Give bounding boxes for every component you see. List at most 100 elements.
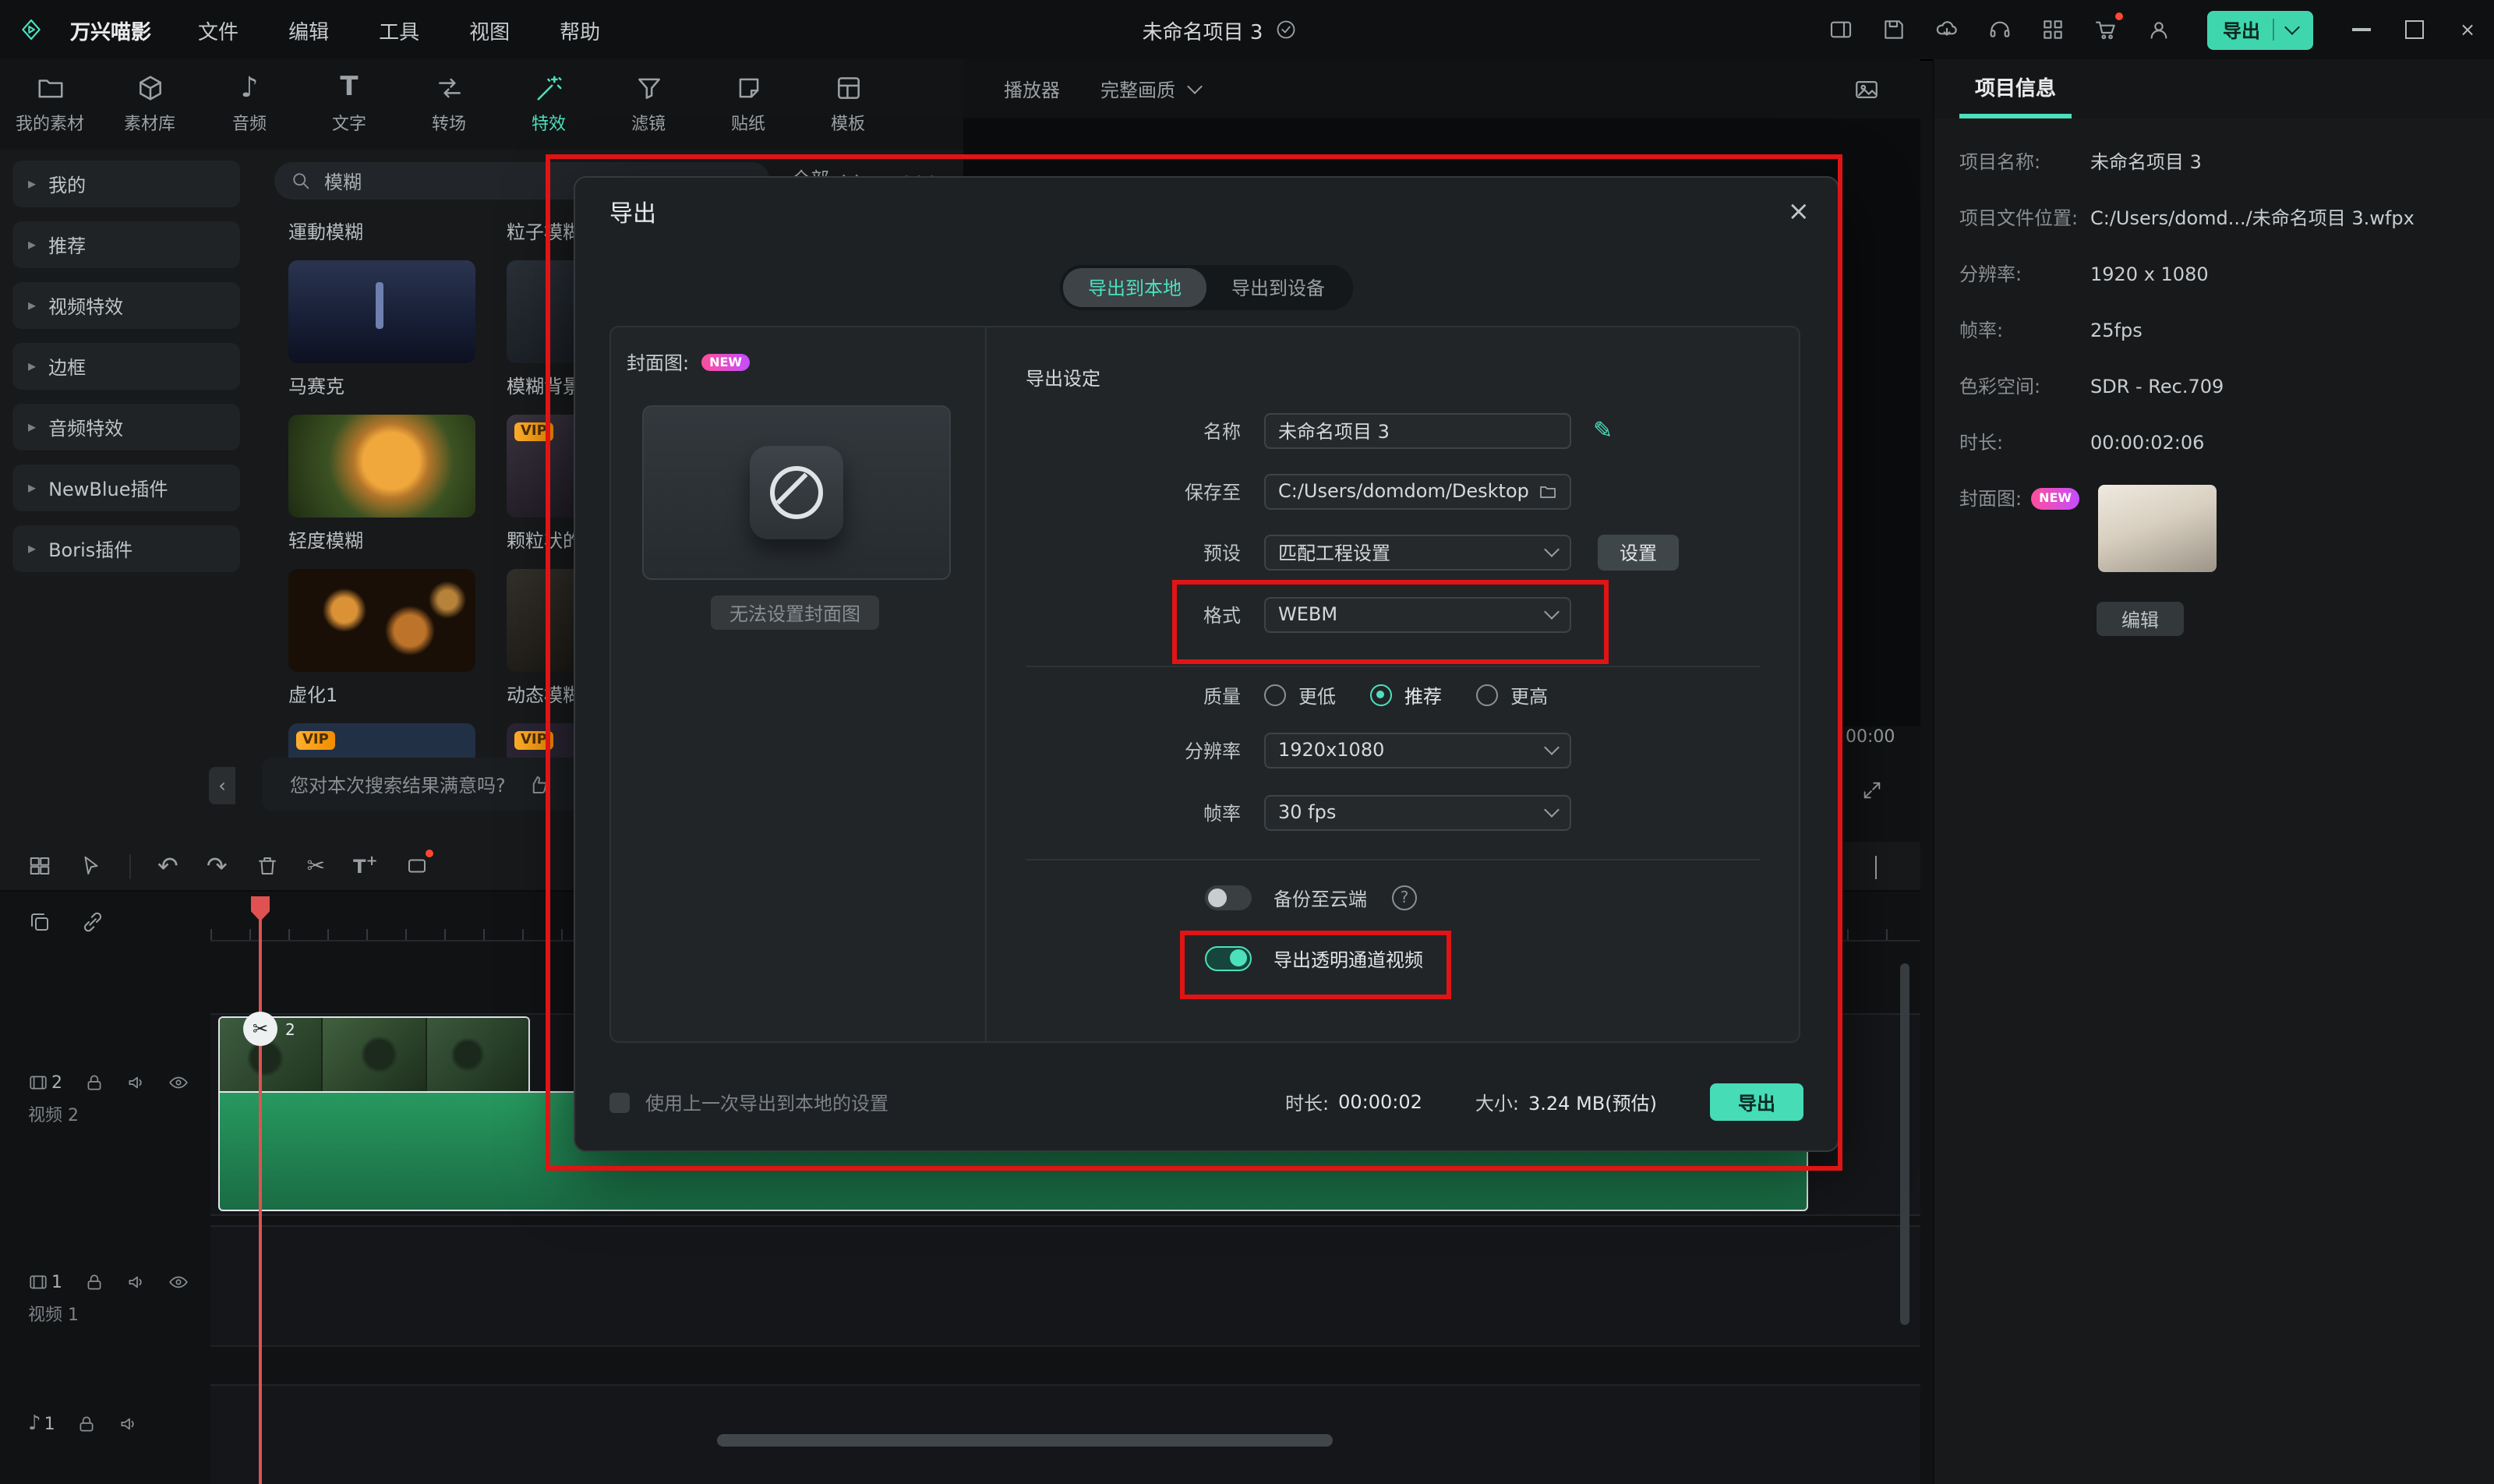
sidebar-item-newblue[interactable]: ▸NewBlue插件 — [12, 465, 240, 511]
tab-export-local[interactable]: 导出到本地 — [1063, 268, 1206, 307]
tab-templates[interactable]: 模板 — [798, 59, 898, 150]
snapshot-icon[interactable] — [1853, 76, 1880, 102]
save-icon[interactable] — [1881, 17, 1906, 42]
cloud-backup-toggle[interactable] — [1205, 885, 1252, 910]
select-cursor-icon[interactable] — [79, 854, 103, 878]
resolution-dropdown[interactable]: 1920x1080 — [1264, 732, 1571, 768]
layout-icon[interactable] — [1828, 17, 1853, 42]
radio-label[interactable]: 推荐 — [1404, 682, 1442, 708]
support-headset-icon[interactable] — [1987, 17, 2012, 42]
radio-quality-recommended[interactable] — [1370, 684, 1392, 706]
effect-item-label[interactable]: 運動模糊 — [288, 218, 475, 245]
export-button-topbar[interactable]: 导出 — [2207, 10, 2313, 49]
tab-effects[interactable]: 特效 — [499, 59, 599, 150]
mute-track-icon[interactable] — [126, 1272, 147, 1292]
tab-audio[interactable]: ♪ 音频 — [200, 59, 299, 150]
horizontal-scrollbar[interactable] — [717, 1434, 1333, 1447]
close-button[interactable]: × — [2441, 0, 2494, 59]
apps-grid-icon[interactable] — [2040, 17, 2065, 42]
sidebar-item-borders[interactable]: ▸边框 — [12, 343, 240, 390]
sidebar-item-boris[interactable]: ▸Boris插件 — [12, 525, 240, 572]
tab-my-media[interactable]: 我的素材 — [0, 59, 100, 150]
cloud-download-icon[interactable] — [1934, 17, 1959, 42]
track-lane-video1[interactable] — [210, 1225, 1920, 1347]
cart-icon[interactable] — [2093, 17, 2118, 42]
tab-project-info[interactable]: 项目信息 — [1959, 59, 2072, 118]
settings-title: 导出设定 — [1026, 365, 1100, 391]
menu-help[interactable]: 帮助 — [535, 15, 625, 44]
lock-track-icon[interactable] — [84, 1072, 104, 1093]
playback-quality-dropdown[interactable]: 完整画质 — [1100, 76, 1200, 102]
quick-split-scissors-icon[interactable]: ✂ — [243, 1012, 277, 1046]
fps-dropdown[interactable]: 30 fps — [1264, 794, 1571, 830]
split-scissors-icon[interactable]: ✂ — [307, 853, 325, 878]
preset-settings-button[interactable]: 设置 — [1598, 534, 1679, 570]
export-dropdown-chevron-icon[interactable] — [2284, 19, 2300, 34]
text-add-icon[interactable]: T+ — [353, 855, 377, 877]
lock-track-icon[interactable] — [84, 1272, 104, 1292]
effect-thumbnail[interactable] — [288, 260, 475, 363]
tab-export-device[interactable]: 导出到设备 — [1206, 268, 1350, 307]
effect-item-label[interactable]: 虚化1 — [288, 681, 475, 708]
redo-icon[interactable]: ↷ — [207, 851, 228, 881]
maximize-button[interactable] — [2388, 0, 2441, 59]
preset-dropdown[interactable]: 匹配工程设置 — [1264, 534, 1571, 570]
menu-view[interactable]: 视图 — [444, 15, 535, 44]
menu-tools[interactable]: 工具 — [354, 15, 444, 44]
tab-label: 模板 — [831, 111, 865, 136]
menu-file[interactable]: 文件 — [173, 15, 263, 44]
sidebar-item-mine[interactable]: ▸我的 — [12, 161, 240, 207]
hide-track-icon[interactable] — [168, 1272, 189, 1292]
help-icon[interactable]: ? — [1392, 885, 1417, 910]
delete-icon[interactable] — [256, 854, 279, 878]
mute-track-icon[interactable] — [126, 1072, 147, 1093]
undo-icon[interactable]: ↶ — [157, 851, 178, 881]
alpha-export-label: 导出透明通道视频 — [1273, 945, 1423, 972]
vertical-scrollbar[interactable] — [1900, 963, 1909, 1325]
effect-item-label[interactable]: 轻度模糊 — [288, 527, 475, 553]
sidebar-item-video-effects[interactable]: ▸视频特效 — [12, 282, 240, 329]
hide-track-icon[interactable] — [168, 1072, 189, 1093]
track-manager-icon[interactable] — [28, 854, 51, 878]
radio-label[interactable]: 更低 — [1298, 682, 1336, 708]
effect-thumbnail[interactable] — [288, 569, 475, 672]
format-dropdown[interactable]: WEBM — [1264, 596, 1571, 632]
edit-cover-button[interactable]: 编辑 — [2097, 602, 2184, 636]
playhead-line[interactable] — [259, 896, 262, 1484]
tab-stock-library[interactable]: 素材库 — [100, 59, 200, 150]
lock-track-icon[interactable] — [77, 1414, 97, 1434]
radio-label[interactable]: 更高 — [1510, 682, 1548, 708]
radio-quality-lower[interactable] — [1264, 684, 1286, 706]
alpha-export-toggle[interactable] — [1205, 946, 1252, 971]
tab-stickers[interactable]: 贴纸 — [698, 59, 798, 150]
browse-folder-icon[interactable] — [1538, 481, 1557, 501]
collapse-panel-button[interactable]: ‹ — [209, 767, 235, 804]
tab-filters[interactable]: 滤镜 — [599, 59, 698, 150]
use-last-settings-checkbox[interactable] — [609, 1092, 630, 1112]
export-confirm-button[interactable]: 导出 — [1710, 1083, 1803, 1121]
chevron-right-icon: ▸ — [28, 419, 36, 436]
cover-thumbnail[interactable] — [2098, 485, 2217, 572]
sidebar-item-audio-effects[interactable]: ▸音频特效 — [12, 404, 240, 450]
minimize-button[interactable] — [2335, 0, 2388, 59]
save-path-input[interactable]: C:/Users/domdom/Desktop — [1264, 473, 1571, 509]
fullscreen-icon[interactable] — [1861, 779, 1883, 801]
copy-clip-icon[interactable] — [28, 910, 51, 934]
effect-item-label[interactable]: 马赛克 — [288, 373, 475, 399]
timeline-zoom-dropdown-icon[interactable] — [1875, 855, 1877, 877]
account-icon[interactable] — [2146, 17, 2171, 42]
thumbs-up-icon[interactable] — [528, 772, 551, 796]
dialog-close-icon[interactable]: × — [1782, 190, 1817, 234]
radio-quality-higher[interactable] — [1476, 684, 1498, 706]
rename-pen-icon[interactable]: ✎ — [1593, 416, 1613, 444]
mask-icon[interactable] — [406, 854, 429, 878]
effect-thumbnail[interactable] — [288, 415, 475, 518]
sidebar-item-recommended[interactable]: ▸推荐 — [12, 221, 240, 268]
track-header-audio1: ♪1 — [0, 1412, 210, 1436]
menu-edit[interactable]: 编辑 — [263, 15, 354, 44]
tab-transitions[interactable]: 转场 — [399, 59, 499, 150]
mute-track-icon[interactable] — [119, 1414, 140, 1434]
tab-text[interactable]: T 文字 — [299, 59, 399, 150]
name-input[interactable]: 未命名项目 3 — [1264, 412, 1571, 448]
link-clips-icon[interactable] — [81, 910, 104, 934]
